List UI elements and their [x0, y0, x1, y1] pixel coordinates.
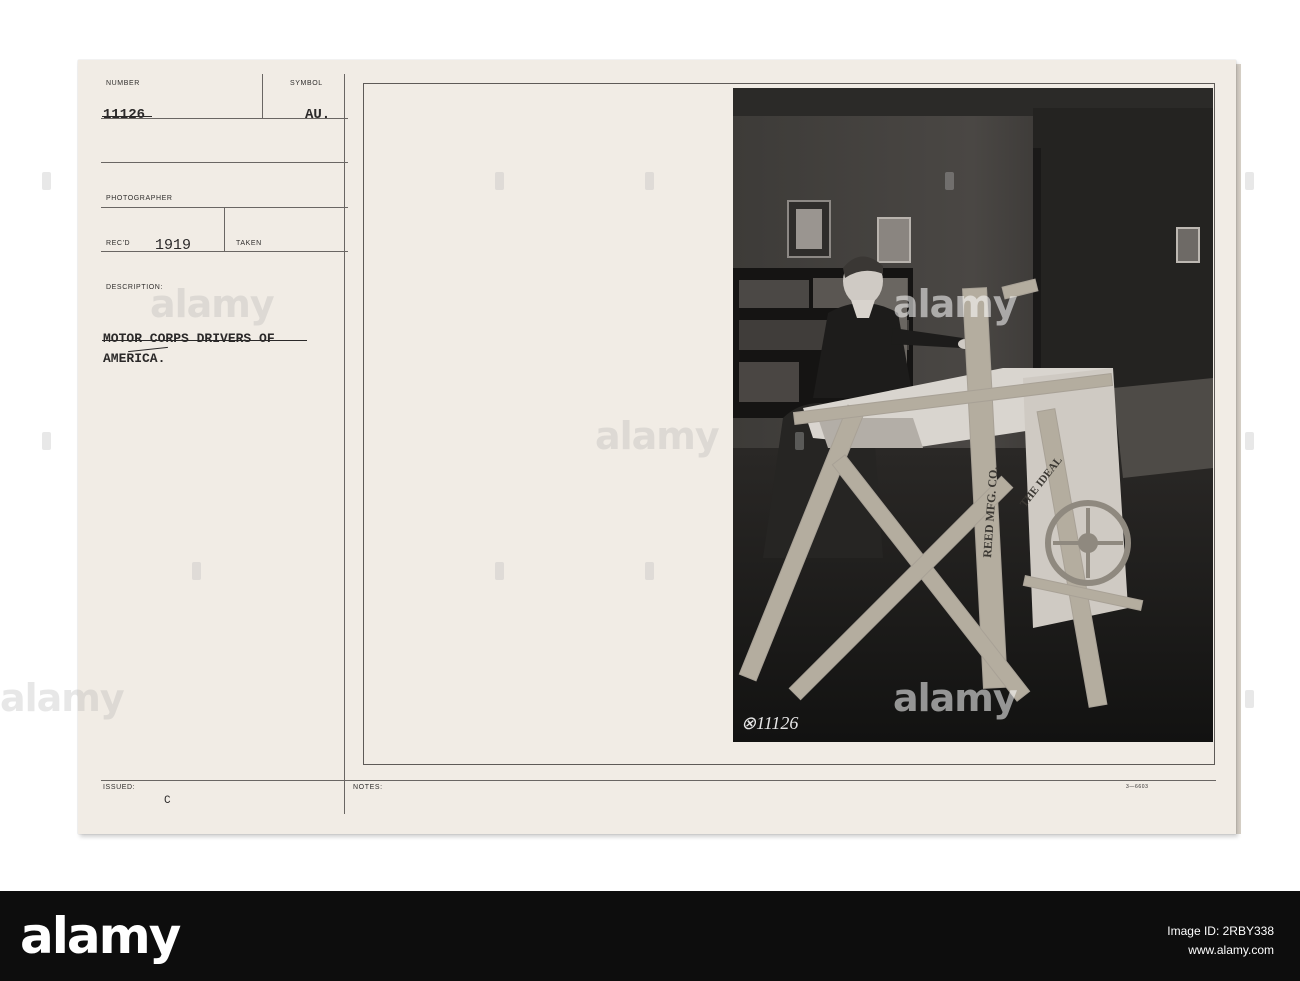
issued-value: C: [164, 795, 171, 807]
rule-blank: [101, 162, 348, 163]
watermark: alamy: [0, 676, 125, 720]
watermark-dot: [645, 562, 654, 580]
number-strike: [102, 116, 152, 117]
number-value: 11126: [103, 107, 146, 123]
image-id: Image ID: 2RBY338: [1167, 924, 1274, 938]
watermark-dot: [495, 562, 504, 580]
description-line2: AMERICA.: [103, 351, 166, 366]
photo-number: ⊗11126: [741, 713, 799, 733]
watermark-dot: [1245, 172, 1254, 190]
notes-label: NOTES:: [353, 784, 383, 791]
watermark-dot: [1245, 432, 1254, 450]
rule-recd: [101, 251, 348, 252]
watermark: alamy: [595, 414, 720, 458]
watermark-dot: [42, 432, 51, 450]
photographer-label: PHOTOGRAPHER: [106, 195, 173, 202]
recd-label: REC'D: [106, 240, 131, 247]
footer-bar: alamy Image ID: 2RBY338 www.alamy.com: [0, 891, 1300, 981]
taken-label: TAKEN: [236, 240, 262, 247]
rule-bottom: [101, 780, 1216, 781]
watermark-dot: [42, 172, 51, 190]
footer-logo: alamy: [20, 907, 181, 965]
watermark-dot: [1245, 690, 1254, 708]
watermark-dot: [795, 432, 804, 450]
recd-divider: [224, 207, 225, 251]
number-divider: [262, 74, 263, 118]
description-strike: [102, 340, 307, 341]
page-background: NUMBER 11126 SYMBOL AU. PHOTOGRAPHER REC…: [0, 0, 1300, 891]
form-code: 3—6603: [1126, 784, 1149, 790]
column-divider: [344, 74, 345, 814]
site-url: www.alamy.com: [1188, 943, 1274, 957]
rule-number: [101, 118, 348, 119]
issued-label: ISSUED:: [103, 784, 136, 791]
symbol-value: AU.: [305, 107, 331, 123]
watermark-dot: [192, 562, 201, 580]
watermark-dot: [645, 172, 654, 190]
watermark-dot: [495, 172, 504, 190]
symbol-label: SYMBOL: [290, 80, 323, 87]
photograph: REED MFG. CO. THE IDEAL ⊗11126: [733, 88, 1213, 742]
description-line1: MOTOR CORPS DRIVERS OF: [103, 331, 275, 346]
number-label: NUMBER: [106, 80, 140, 87]
watermark: alamy: [150, 282, 275, 326]
watermark-dot: [945, 172, 954, 190]
watermark: alamy: [893, 282, 1018, 326]
photo-drawing: REED MFG. CO. THE IDEAL: [733, 88, 1213, 742]
watermark: alamy: [893, 676, 1018, 720]
